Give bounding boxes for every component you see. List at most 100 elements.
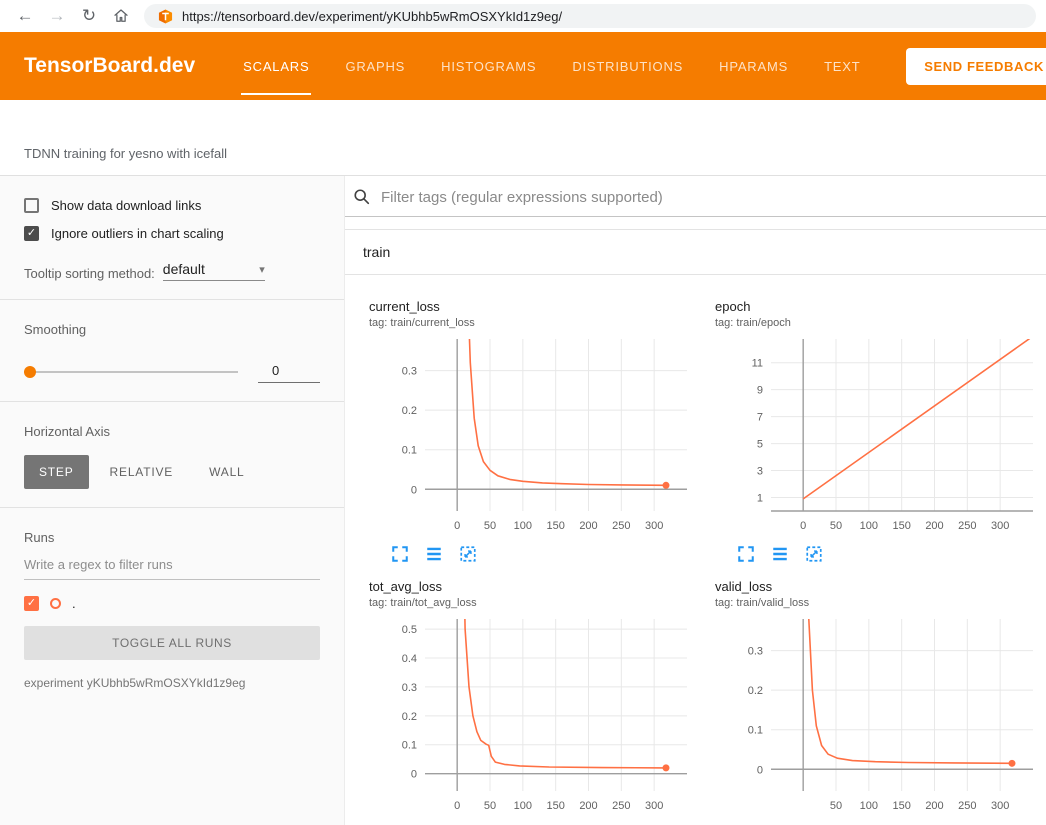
tab-distributions[interactable]: DISTRIBUTIONS: [572, 32, 683, 100]
svg-text:0.3: 0.3: [402, 682, 417, 694]
svg-text:0.1: 0.1: [402, 740, 417, 752]
svg-text:200: 200: [579, 800, 597, 812]
home-icon[interactable]: [106, 7, 136, 25]
tab-graphs[interactable]: GRAPHS: [345, 32, 405, 100]
svg-text:0.2: 0.2: [748, 685, 763, 697]
checkbox-icon[interactable]: ✓: [24, 226, 39, 241]
horizontal-axis-label: Horizontal Axis: [24, 424, 320, 439]
fit-data-icon[interactable]: [805, 545, 823, 563]
tooltip-sorting-dropdown[interactable]: default ▾: [163, 261, 265, 281]
chart-title: valid_loss: [715, 579, 1043, 594]
fullscreen-icon[interactable]: [391, 545, 409, 563]
tab-hparams[interactable]: HPARAMS: [719, 32, 788, 100]
svg-text:5: 5: [757, 439, 763, 451]
line-chart[interactable]: 1357911050100150200250300: [715, 335, 1041, 541]
chart-actions: [369, 541, 697, 565]
forward-icon[interactable]: →: [42, 0, 72, 32]
chart-tag: tag: train/tot_avg_loss: [369, 597, 697, 609]
log-axis-icon[interactable]: [771, 545, 789, 563]
line-chart[interactable]: 00.10.20.350100150200250300: [715, 615, 1041, 821]
svg-text:100: 100: [514, 520, 532, 532]
svg-text:0.5: 0.5: [402, 624, 417, 636]
svg-text:9: 9: [757, 385, 763, 397]
axis-option-relative[interactable]: RELATIVE: [95, 455, 189, 489]
svg-text:250: 250: [612, 520, 630, 532]
svg-text:300: 300: [991, 800, 1009, 812]
tab-text[interactable]: TEXT: [824, 32, 860, 100]
svg-text:0: 0: [800, 520, 806, 532]
svg-text:250: 250: [612, 800, 630, 812]
svg-text:0: 0: [757, 764, 763, 776]
tooltip-sorting-value: default: [163, 261, 205, 277]
svg-text:0.2: 0.2: [402, 405, 417, 417]
runs-filter-input[interactable]: [24, 549, 320, 580]
svg-text:0.3: 0.3: [748, 646, 763, 658]
svg-text:7: 7: [757, 412, 763, 424]
browser-toolbar: ← → ↻ https://tensorboard.dev/experiment…: [0, 0, 1046, 32]
filter-tags-row: [345, 176, 1046, 217]
svg-text:0.3: 0.3: [402, 366, 417, 378]
svg-text:0: 0: [411, 484, 417, 496]
experiment-title: TDNN training for yesno with icefall: [24, 146, 227, 161]
checkbox-label: Show data download links: [51, 198, 201, 213]
experiment-caption: experiment yKUbhb5wRmOSXYkId1z9eg: [24, 676, 320, 690]
checkbox-row[interactable]: ✓Ignore outliers in chart scaling: [24, 226, 320, 241]
smoothing-slider-thumb[interactable]: [24, 366, 36, 378]
svg-text:50: 50: [484, 520, 496, 532]
svg-text:0.2: 0.2: [402, 711, 417, 723]
svg-text:150: 150: [892, 520, 910, 532]
tab-histograms[interactable]: HISTOGRAMS: [441, 32, 536, 100]
chart-grid: current_losstag: train/current_loss00.10…: [345, 275, 1046, 825]
smoothing-slider[interactable]: [24, 371, 238, 373]
svg-text:50: 50: [830, 520, 842, 532]
svg-text:100: 100: [860, 520, 878, 532]
svg-text:150: 150: [546, 520, 564, 532]
svg-text:200: 200: [925, 520, 943, 532]
experiment-bar: TDNN training for yesno with icefall: [0, 100, 1046, 176]
run-row[interactable]: ✓.: [24, 596, 320, 611]
run-color-swatch: [50, 598, 61, 609]
chart-actions: [715, 821, 1043, 825]
fullscreen-icon[interactable]: [737, 545, 755, 563]
svg-text:11: 11: [752, 358, 763, 370]
dropdown-arrow-icon: ▾: [259, 263, 265, 276]
axis-option-step[interactable]: STEP: [24, 455, 89, 489]
brand-logo[interactable]: TensorBoard.dev: [0, 32, 195, 100]
run-checkbox[interactable]: ✓: [24, 596, 39, 611]
svg-text:150: 150: [892, 800, 910, 812]
svg-text:100: 100: [514, 800, 532, 812]
svg-text:300: 300: [991, 520, 1009, 532]
svg-text:50: 50: [484, 800, 496, 812]
svg-text:100: 100: [860, 800, 878, 812]
chart-card: current_losstag: train/current_loss00.10…: [351, 285, 697, 565]
search-icon: [353, 188, 371, 206]
line-chart[interactable]: 00.10.20.30.40.5050100150200250300: [369, 615, 695, 821]
checkbox-row[interactable]: Show data download links: [24, 198, 320, 213]
tab-scalars[interactable]: SCALARS: [243, 32, 309, 100]
svg-text:250: 250: [958, 800, 976, 812]
svg-text:300: 300: [645, 520, 663, 532]
address-bar[interactable]: https://tensorboard.dev/experiment/yKUbh…: [144, 4, 1036, 28]
chart-card: epochtag: train/epoch1357911050100150200…: [697, 285, 1043, 565]
runs-label: Runs: [24, 530, 320, 545]
axis-option-wall[interactable]: WALL: [194, 455, 259, 489]
app-header: TensorBoard.dev SCALARS GRAPHS HISTOGRAMS D…: [0, 32, 1046, 100]
svg-text:50: 50: [830, 800, 842, 812]
line-chart[interactable]: 00.10.20.3050100150200250300: [369, 335, 695, 541]
checkbox-icon[interactable]: [24, 198, 39, 213]
svg-text:0: 0: [411, 769, 417, 781]
reload-icon[interactable]: ↻: [74, 0, 104, 32]
send-feedback-button[interactable]: SEND FEEDBACK: [906, 48, 1046, 85]
chart-tag: tag: train/current_loss: [369, 317, 697, 329]
toggle-all-runs-button[interactable]: TOGGLE ALL RUNS: [24, 626, 320, 660]
svg-text:3: 3: [757, 466, 763, 478]
fit-data-icon[interactable]: [459, 545, 477, 563]
smoothing-value-input[interactable]: [258, 361, 320, 383]
tag-section-header[interactable]: train: [345, 230, 1046, 275]
runs-list: ✓.: [24, 596, 320, 611]
check-icon: ✓: [27, 598, 36, 609]
filter-tags-input[interactable]: [381, 189, 1046, 206]
svg-text:150: 150: [546, 800, 564, 812]
back-icon[interactable]: ←: [10, 0, 40, 32]
log-axis-icon[interactable]: [425, 545, 443, 563]
